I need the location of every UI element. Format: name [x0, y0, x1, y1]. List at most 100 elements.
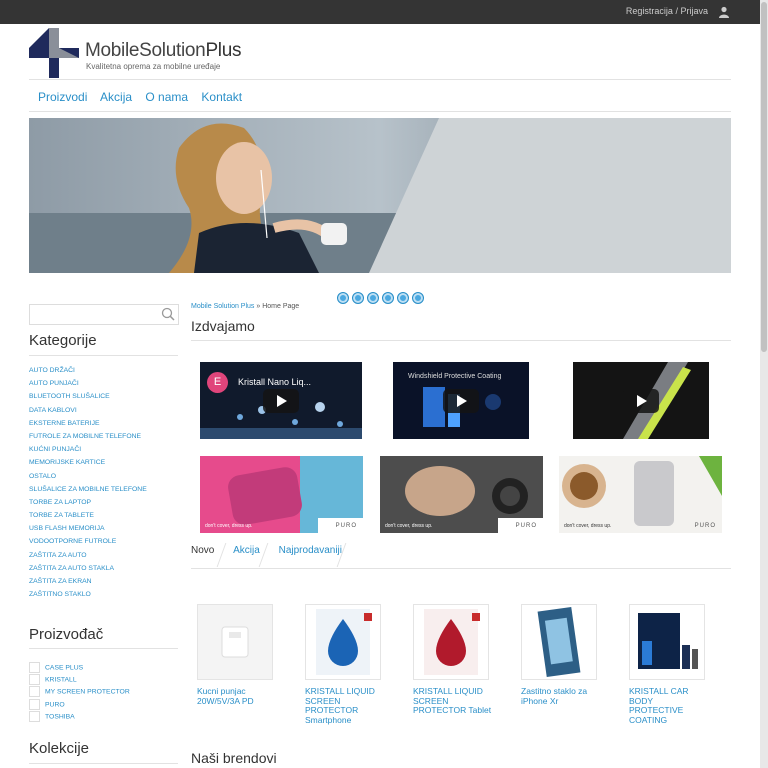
- slider-dot[interactable]: [382, 292, 394, 304]
- promo-banner[interactable]: don't cover, dress up. PURO: [380, 456, 543, 533]
- category-item[interactable]: SLUŠALICE ZA MOBILNE TELEFONE: [29, 483, 179, 496]
- nav-proizvodi[interactable]: Proizvodi: [38, 90, 87, 104]
- category-item[interactable]: USB FLASH MEMORIJA: [29, 522, 179, 535]
- product-image[interactable]: [413, 604, 489, 680]
- register-link[interactable]: Registracija: [626, 6, 673, 16]
- category-item[interactable]: ZAŠTITA ZA AUTO: [29, 549, 179, 562]
- category-item[interactable]: FUTROLE ZA MOBILNE TELEFONE: [29, 430, 179, 443]
- product-tabs: Novo Akcija Najprodavaniji: [191, 545, 358, 556]
- banner-slogan: don't cover, dress up.: [564, 523, 612, 529]
- play-icon[interactable]: [623, 388, 659, 413]
- top-bar: Registracija / Prijava: [0, 0, 760, 24]
- product-image[interactable]: [521, 604, 597, 680]
- nav-kontakt[interactable]: Kontakt: [201, 90, 242, 104]
- product-name[interactable]: Zastitno staklo za iPhone Xr: [521, 686, 601, 706]
- slider-dot[interactable]: [352, 292, 364, 304]
- manufacturer-option[interactable]: MY SCREEN PROTECTOR: [29, 686, 130, 698]
- manufacturer-option[interactable]: PURO: [29, 698, 130, 711]
- video-title[interactable]: Kristall Nano Liq...: [238, 377, 311, 387]
- category-item[interactable]: TORBE ZA LAPTOP: [29, 496, 179, 509]
- product-image[interactable]: [305, 604, 381, 680]
- product-image[interactable]: [629, 604, 705, 680]
- category-item[interactable]: VODOOTPORNE FUTROLE: [29, 535, 179, 548]
- checkbox[interactable]: [29, 686, 40, 698]
- divider: [29, 111, 731, 112]
- category-item[interactable]: TORBE ZA TABLETE: [29, 509, 179, 522]
- category-item[interactable]: EKSTERNE BATERIJE: [29, 417, 179, 430]
- product-name[interactable]: Kucni punjac 20W/5V/3A PD: [197, 686, 277, 706]
- manufacturer-label: MY SCREEN PROTECTOR: [45, 688, 130, 696]
- divider: [29, 79, 731, 80]
- tab-najprodavaniji[interactable]: Najprodavaniji: [279, 545, 342, 556]
- featured-heading: Izdvajamo: [191, 318, 255, 334]
- product-name[interactable]: KRISTALL LIQUID SCREEN PROTECTOR Tablet: [413, 686, 493, 716]
- manufacturer-label: TOSHIBA: [45, 713, 75, 721]
- logo-icon[interactable]: [29, 28, 79, 78]
- product-card[interactable]: KRISTALL LIQUID SCREEN PROTECTOR Tablet: [413, 604, 493, 716]
- slider-dot[interactable]: [397, 292, 409, 304]
- product-card[interactable]: Zastitno staklo za iPhone Xr: [521, 604, 601, 706]
- checkbox[interactable]: [29, 710, 40, 722]
- brand-name[interactable]: MobileSolutionPlus: [85, 40, 242, 62]
- puro-logo: PURO: [515, 523, 537, 529]
- checkbox[interactable]: [29, 698, 40, 710]
- manufacturer-filter: CASE PLUS KRISTALL MY SCREEN PROTECTOR P…: [29, 662, 130, 723]
- divider: [29, 648, 178, 649]
- play-icon[interactable]: [263, 388, 299, 413]
- search-input[interactable]: [33, 306, 157, 325]
- manufacturer-option[interactable]: KRISTALL: [29, 674, 130, 686]
- slider-dot[interactable]: [412, 292, 424, 304]
- product-card[interactable]: Kucni punjac 20W/5V/3A PD: [197, 604, 277, 706]
- page-scrollbar[interactable]: [760, 0, 768, 768]
- user-icon[interactable]: [718, 6, 730, 18]
- banner-slogan: don't cover, dress up.: [205, 523, 253, 529]
- slider-dot[interactable]: [337, 292, 349, 304]
- login-link[interactable]: Prijava: [680, 6, 708, 16]
- video-embed[interactable]: Windshield Protective Coating: [393, 362, 529, 439]
- play-icon[interactable]: [443, 388, 479, 413]
- hero-slider-image[interactable]: [29, 118, 731, 273]
- category-item[interactable]: DATA KABLOVI: [29, 404, 179, 417]
- checkbox[interactable]: [29, 662, 40, 673]
- category-item[interactable]: ZAŠTITA ZA EKRAN: [29, 575, 179, 588]
- category-item[interactable]: MEMORIJSKE KARTICE: [29, 456, 179, 469]
- video-embed[interactable]: E Kristall Nano Liq...: [200, 362, 362, 439]
- category-list: AUTO DRŽAČI AUTO PUNJAČI BLUETOOTH SLUŠA…: [29, 364, 179, 601]
- tab-novo[interactable]: Novo: [191, 545, 214, 556]
- manufacturer-title: Proizvođač: [29, 626, 104, 643]
- channel-avatar[interactable]: E: [207, 372, 228, 393]
- breadcrumb: Mobile Solution Plus » Home Page: [191, 303, 299, 310]
- brand-name-suffix: Plus: [205, 40, 242, 61]
- video-title[interactable]: Windshield Protective Coating: [408, 373, 501, 380]
- promo-banner[interactable]: don't cover, dress up. PURO: [200, 456, 363, 533]
- slider-dot[interactable]: [367, 292, 379, 304]
- promo-banner[interactable]: don't cover, dress up. PURO: [559, 456, 722, 533]
- category-item[interactable]: ZAŠTITNO STAKLO: [29, 588, 179, 601]
- categories-title: Kategorije: [29, 332, 97, 349]
- category-item[interactable]: KUĆNI PUNJAČI: [29, 443, 179, 456]
- breadcrumb-current: Home Page: [262, 303, 300, 310]
- product-card[interactable]: KRISTALL LIQUID SCREEN PROTECTOR Smartph…: [305, 604, 385, 725]
- video-embed[interactable]: [573, 362, 709, 439]
- tab-akcija[interactable]: Akcija: [233, 545, 260, 556]
- category-item[interactable]: AUTO DRŽAČI: [29, 364, 179, 377]
- manufacturer-option[interactable]: TOSHIBA: [29, 710, 130, 723]
- nav-akcija[interactable]: Akcija: [100, 90, 132, 104]
- nav-o-nama[interactable]: O nama: [145, 90, 188, 104]
- product-image[interactable]: [197, 604, 273, 680]
- manufacturer-option[interactable]: CASE PLUS: [29, 662, 130, 674]
- scrollbar-thumb[interactable]: [761, 2, 767, 352]
- category-item[interactable]: BLUETOOTH SLUŠALICE: [29, 390, 179, 403]
- checkbox[interactable]: [29, 674, 40, 686]
- category-item[interactable]: OSTALO: [29, 470, 179, 483]
- puro-logo: PURO: [694, 523, 716, 529]
- product-name[interactable]: KRISTALL CAR BODY PROTECTIVE COATING: [629, 686, 709, 725]
- manufacturer-label: KRISTALL: [45, 676, 77, 684]
- product-name[interactable]: KRISTALL LIQUID SCREEN PROTECTOR Smartph…: [305, 686, 385, 725]
- brand-tagline: Kvalitetna oprema za mobilne uređaje: [86, 62, 221, 71]
- product-card[interactable]: KRISTALL CAR BODY PROTECTIVE COATING: [629, 604, 709, 725]
- category-item[interactable]: AUTO PUNJAČI: [29, 377, 179, 390]
- search-icon[interactable]: [161, 307, 175, 321]
- breadcrumb-home[interactable]: Mobile Solution Plus: [191, 303, 254, 310]
- category-item[interactable]: ZAŠTITA ZA AUTO STAKLA: [29, 562, 179, 575]
